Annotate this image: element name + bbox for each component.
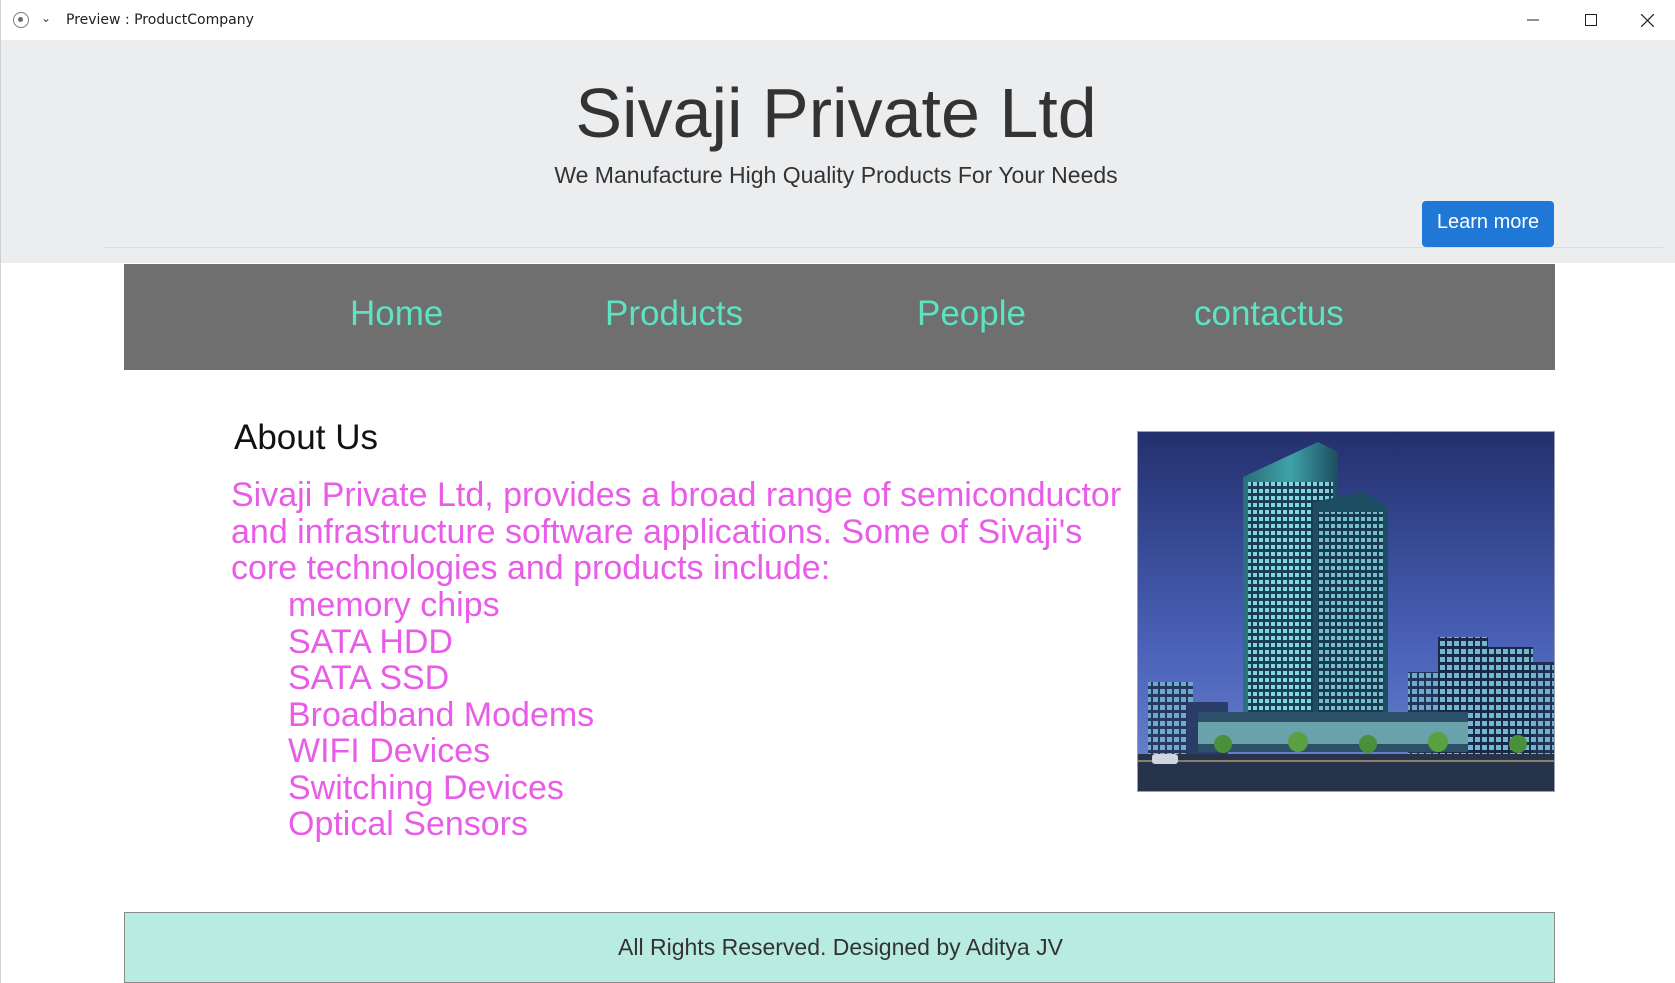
app-record-icon[interactable] — [13, 12, 29, 28]
nav-products-link[interactable]: Products — [605, 294, 743, 334]
header-divider — [103, 247, 1663, 248]
window-title: Preview : ProductCompany — [66, 12, 254, 28]
about-intro-text: Sivaji Private Ltd, provides a broad ran… — [231, 476, 1122, 587]
site-title: Sivaji Private Ltd — [575, 74, 1097, 152]
list-item: WIFI Devices — [288, 732, 491, 770]
list-item: SATA SSD — [288, 659, 450, 697]
maximize-button[interactable] — [1563, 0, 1619, 40]
page-footer: All Rights Reserved. Designed by Aditya … — [124, 912, 1555, 983]
list-item: Optical Sensors — [288, 805, 528, 843]
footer-text: All Rights Reserved. Designed by Aditya … — [618, 934, 1063, 960]
about-heading: About Us — [234, 418, 378, 457]
nav-contactus-link[interactable]: contactus — [1194, 294, 1344, 334]
main-nav: Home Products People contactus — [124, 264, 1555, 370]
minimize-icon — [1527, 19, 1539, 21]
maximize-icon — [1585, 14, 1597, 26]
product-list: memory chips SATA HDD SATA SSD Broadband… — [288, 587, 594, 843]
jumbotron-header: Sivaji Private Ltd We Manufacture High Q… — [1, 40, 1675, 263]
chevron-down-icon[interactable]: ⌄ — [41, 11, 51, 25]
learn-more-button[interactable]: Learn more — [1422, 201, 1554, 247]
app-window: ⌄ Preview : ProductCompany Sivaji Privat… — [0, 0, 1675, 983]
list-item: memory chips — [288, 586, 500, 624]
company-building-image — [1137, 431, 1555, 792]
list-item: Broadband Modems — [288, 695, 595, 734]
nav-people-link[interactable]: People — [917, 294, 1026, 334]
nav-home-link[interactable]: Home — [350, 294, 443, 334]
close-icon — [1640, 13, 1654, 27]
list-item: SATA HDD — [288, 622, 453, 661]
list-item: Switching Devices — [288, 768, 564, 807]
site-subtitle: We Manufacture High Quality Products For… — [554, 162, 1118, 188]
title-bar: ⌄ Preview : ProductCompany — [1, 0, 1675, 40]
building-illustration — [1138, 432, 1554, 791]
minimize-button[interactable] — [1505, 0, 1561, 40]
close-button[interactable] — [1619, 0, 1675, 40]
